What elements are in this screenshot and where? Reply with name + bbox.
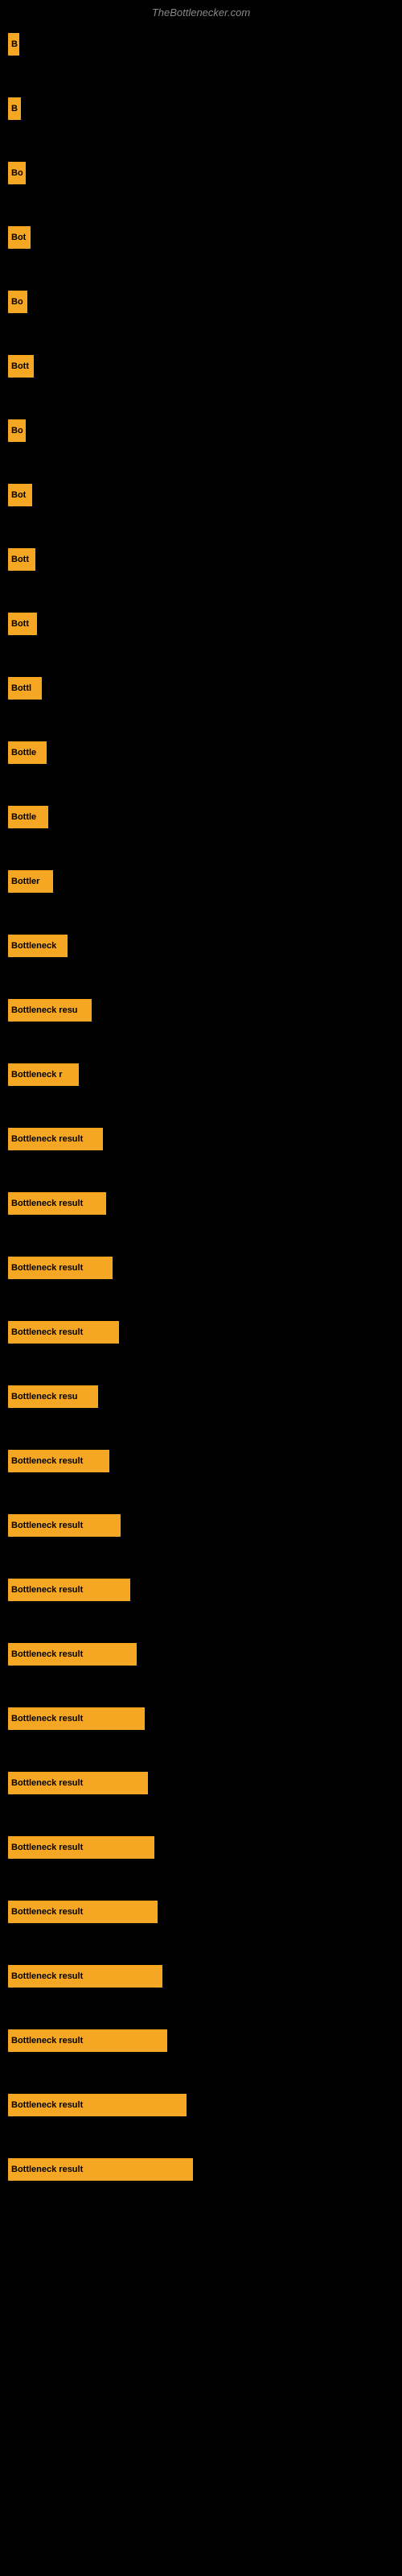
bar-row-2: B <box>8 97 21 120</box>
bar-row-34: Bottleneck result <box>8 2158 193 2181</box>
bar-row-20: Bottleneck result <box>8 1257 113 1279</box>
bar-row-29: Bottleneck result <box>8 1836 154 1859</box>
bar-row-3: Bo <box>8 162 26 184</box>
bar-row-17: Bottleneck r <box>8 1063 79 1086</box>
bar-row-8: Bot <box>8 484 32 506</box>
bar-row-25: Bottleneck result <box>8 1579 130 1601</box>
bar-row-19: Bottleneck result <box>8 1192 106 1215</box>
bar-row-10: Bott <box>8 613 37 635</box>
bar-row-32: Bottleneck result <box>8 2029 167 2052</box>
bar-row-6: Bott <box>8 355 34 378</box>
bar-row-31: Bottleneck result <box>8 1965 162 1988</box>
bar-row-18: Bottleneck result <box>8 1128 103 1150</box>
bar-row-5: Bo <box>8 291 27 313</box>
bar-row-13: Bottle <box>8 806 48 828</box>
bar-row-11: Bottl <box>8 677 42 700</box>
bar-row-30: Bottleneck result <box>8 1901 158 1923</box>
bar-row-26: Bottleneck result <box>8 1643 137 1666</box>
bar-row-9: Bott <box>8 548 35 571</box>
bar-row-4: Bot <box>8 226 31 249</box>
bar-row-33: Bottleneck result <box>8 2094 187 2116</box>
bar-row-21: Bottleneck result <box>8 1321 119 1344</box>
bar-row-28: Bottleneck result <box>8 1772 148 1794</box>
bar-row-22: Bottleneck resu <box>8 1385 98 1408</box>
bar-row-24: Bottleneck result <box>8 1514 121 1537</box>
bar-row-27: Bottleneck result <box>8 1707 145 1730</box>
bar-row-16: Bottleneck resu <box>8 999 92 1022</box>
bar-row-15: Bottleneck <box>8 935 68 957</box>
bar-row-1: B <box>8 33 19 56</box>
bar-row-7: Bo <box>8 419 26 442</box>
bar-row-12: Bottle <box>8 741 47 764</box>
bar-row-14: Bottler <box>8 870 53 893</box>
site-title: TheBottlenecker.com <box>0 0 402 22</box>
bar-row-23: Bottleneck result <box>8 1450 109 1472</box>
bars-container: B B Bo Bot Bo Bott Bo Bot Bott Bott Bottl Bottle Bot… <box>0 22 402 2181</box>
